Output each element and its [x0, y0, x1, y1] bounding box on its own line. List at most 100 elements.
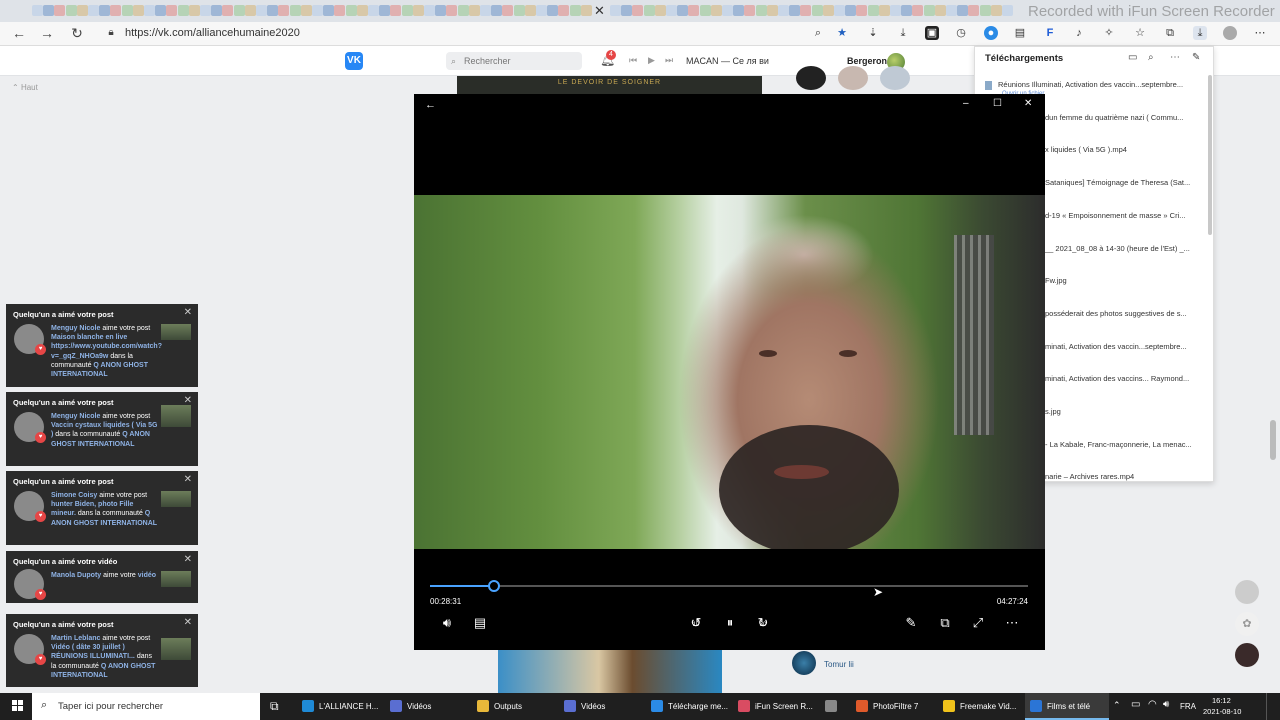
tab-favicon-icon[interactable]	[536, 5, 547, 16]
tab-favicon-icon[interactable]	[177, 5, 189, 16]
friend-avatar[interactable]	[838, 66, 868, 90]
more-options-icon[interactable]: ⋯	[1253, 26, 1267, 40]
tab-favicon-icon[interactable]	[755, 5, 767, 16]
taskbar-app-button[interactable]: L'ALLIANCE H...	[297, 693, 381, 720]
tab-favicon-icon[interactable]	[43, 5, 55, 16]
notification-card[interactable]: Quelqu'un a aimé votre post ✕ ♥ Menguy Nico…	[6, 304, 198, 387]
network-icon[interactable]: ▭	[1131, 699, 1140, 710]
tab-favicon-icon[interactable]	[401, 5, 413, 16]
pause-icon[interactable]: ⏸︎	[720, 615, 740, 631]
tab-favicon-icon[interactable]	[32, 5, 43, 16]
download-item[interactable]: minati, Activation des vaccins... Raymon…	[1045, 374, 1259, 383]
chat-avatar[interactable]	[1235, 643, 1259, 667]
tab-favicon-icon[interactable]	[424, 5, 435, 16]
user-name[interactable]: Bergeron	[847, 56, 887, 66]
tab-favicon-icon[interactable]	[912, 5, 924, 16]
volume-icon[interactable]: 🔊︎	[1163, 699, 1169, 710]
tab-favicon-icon[interactable]	[688, 5, 700, 16]
tab-favicon-icon[interactable]	[677, 5, 689, 16]
notification-name[interactable]: Simone Coisy	[51, 492, 97, 499]
open-folder-icon[interactable]: ▭	[1128, 52, 1137, 63]
download-item[interactable]: Fw.jpg	[1045, 276, 1259, 285]
favorite-star-icon[interactable]: ★	[835, 26, 849, 40]
search-icon[interactable]: ⌕	[1148, 52, 1154, 63]
extension-icon[interactable]: ⤓	[896, 26, 910, 40]
notification-name[interactable]: Menguy Nicole	[51, 413, 100, 420]
tab-favicon-icon[interactable]	[166, 5, 178, 16]
tab-favicon-icon[interactable]	[323, 5, 335, 16]
tab-close-icon[interactable]: ✕	[594, 3, 605, 19]
back-arrow-icon[interactable]: ←	[10, 25, 28, 41]
vk-logo[interactable]: VK	[345, 52, 363, 70]
tab-favicon-icon[interactable]	[845, 5, 857, 16]
tab-favicon-icon[interactable]	[356, 5, 368, 16]
tab-favicon-icon[interactable]	[990, 5, 1002, 16]
maximize-icon[interactable]: ☐	[993, 98, 1002, 109]
notification-subject[interactable]: vidéo	[138, 572, 156, 579]
minimize-icon[interactable]: –	[963, 98, 969, 109]
tab-favicon-icon[interactable]	[580, 5, 592, 16]
notification-card[interactable]: Quelqu'un a aimé votre post ✕ ♥ Martin Lebl…	[6, 614, 198, 687]
notification-subject[interactable]: Maison blanche en live https://www.youtu…	[51, 334, 162, 359]
download-item[interactable]: minati, Activation des vaccin...septembr…	[1045, 342, 1259, 351]
tab-favicon-icon[interactable]	[502, 5, 514, 16]
tab-favicon-icon[interactable]	[513, 5, 525, 16]
post-thumbnail[interactable]	[161, 571, 191, 587]
tab-favicon-icon[interactable]	[468, 5, 480, 16]
tab-favicon-icon[interactable]	[524, 5, 536, 16]
tab-favicon-icon[interactable]	[800, 5, 812, 16]
subtitles-icon[interactable]: ▤	[470, 615, 490, 631]
tab-favicon-icon[interactable]	[244, 5, 256, 16]
extension-icon[interactable]: F	[1043, 26, 1057, 40]
tab-favicon-icon[interactable]	[923, 5, 935, 16]
tab-favicon-icon[interactable]	[890, 5, 901, 16]
download-item[interactable]: Réunions Illuminati, Activation des vacc…	[985, 80, 1199, 90]
post-thumbnail[interactable]	[161, 324, 191, 340]
tab-favicon-icon[interactable]	[300, 5, 312, 16]
tab-favicon-icon[interactable]	[558, 5, 570, 16]
taskbar-search-box[interactable]: ⌕ Taper ici pour rechercher	[32, 693, 260, 720]
play-icon[interactable]: ▶	[648, 55, 655, 66]
extension-icon[interactable]: ◷	[954, 26, 968, 40]
tab-favicon-icon[interactable]	[211, 5, 223, 16]
tab-favicon-icon[interactable]	[233, 5, 245, 16]
tab-favicon-icon[interactable]	[643, 5, 655, 16]
chat-avatar[interactable]	[1235, 580, 1259, 604]
post-thumbnail[interactable]	[161, 491, 191, 507]
tab-favicon-icon[interactable]	[699, 5, 711, 16]
tab-favicon-icon[interactable]	[610, 5, 621, 16]
tab-favicon-icon[interactable]	[666, 5, 677, 16]
wifi-icon[interactable]: ◠	[1148, 699, 1157, 710]
notification-card[interactable]: Quelqu'un a aimé votre post ✕ ♥ Simone Cois…	[6, 471, 198, 545]
member-name[interactable]: Tomur lii	[824, 660, 854, 669]
close-icon[interactable]: ✕	[1024, 98, 1032, 109]
tab-favicon-icon[interactable]	[811, 5, 823, 16]
taskbar-app-button[interactable]: Films et télé	[1025, 693, 1109, 720]
tab-favicon-icon[interactable]	[766, 5, 778, 16]
post-thumbnail[interactable]	[161, 405, 191, 427]
favorites-icon[interactable]: ☆	[1133, 26, 1147, 40]
language-indicator[interactable]: FRA	[1180, 702, 1196, 711]
more-options-icon[interactable]: ⋯	[1170, 52, 1180, 63]
tab-favicon-icon[interactable]	[132, 5, 144, 16]
close-icon[interactable]: ✕	[184, 554, 192, 565]
notification-subject[interactable]: Vidéo ( dâte 30 juillet ) RÉUNIONS ILLUM…	[51, 644, 135, 660]
video-frame[interactable]	[414, 195, 1045, 549]
show-desktop-button[interactable]	[1266, 693, 1272, 720]
tab-favicon-icon[interactable]	[957, 5, 969, 16]
tab-favicon-icon[interactable]	[968, 5, 980, 16]
zoom-icon[interactable]: ⌕	[811, 26, 825, 40]
tab-favicon-icon[interactable]	[480, 5, 491, 16]
edit-pen-icon[interactable]: ✎	[901, 615, 921, 631]
mini-view-icon[interactable]: ⧉	[935, 615, 955, 631]
tab-favicon-icon[interactable]	[722, 5, 733, 16]
download-item[interactable]: x liquides ( Via 5G ).mp4	[1045, 145, 1259, 154]
downloads-scrollbar[interactable]	[1208, 75, 1212, 235]
tab-favicon-icon[interactable]	[368, 5, 379, 16]
seek-bar-thumb[interactable]	[487, 580, 500, 592]
back-to-top-link[interactable]: ⌃ Haut	[12, 83, 38, 92]
volume-icon[interactable]: 🔊︎	[437, 615, 457, 631]
windows-start-icon[interactable]	[12, 700, 24, 712]
clock-time[interactable]: 16:12	[1212, 696, 1231, 705]
tab-favicon-icon[interactable]	[412, 5, 424, 16]
